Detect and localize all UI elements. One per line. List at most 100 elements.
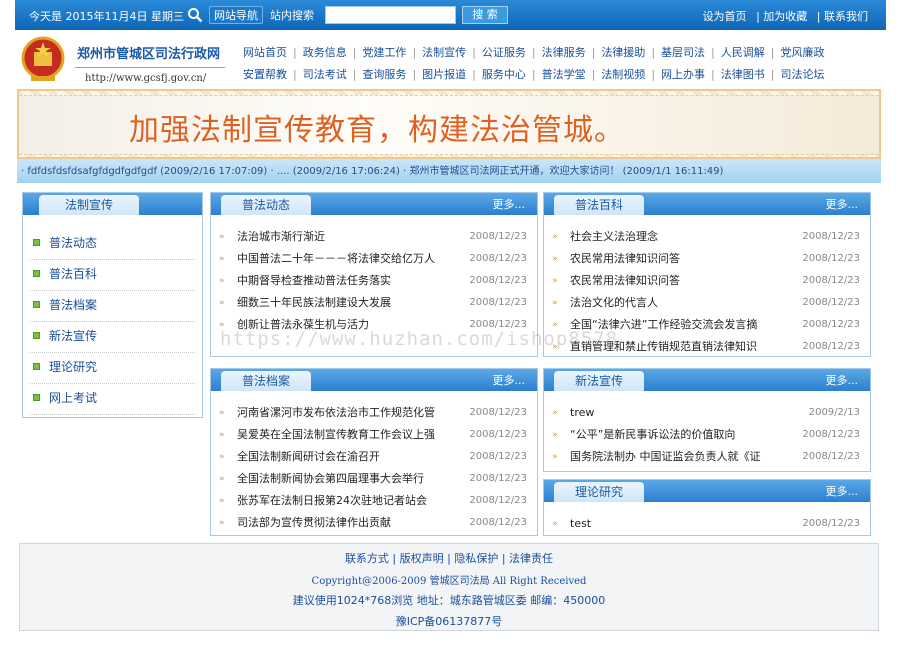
date-text: 今天是 2015年11月4日 星期三 [29, 10, 184, 23]
search-input[interactable] [325, 6, 456, 24]
news-title[interactable]: 司法部为宣传贯彻法律作出贡献 [237, 512, 391, 534]
sidebar-item-pufa-baike[interactable]: 普法百科 [30, 260, 195, 291]
sidebar-item-pufa-dongtai[interactable]: 普法动态 [30, 229, 195, 260]
nav-item[interactable]: 司法考试 [303, 66, 347, 82]
divider: | [711, 68, 715, 81]
news-item[interactable]: » “公平”是新民事诉讼法的价值取向 2008/12/23 [550, 424, 864, 446]
news-item[interactable]: » 细数三十年民族法制建设大发展 2008/12/23 [217, 292, 531, 314]
news-date: 2008/12/23 [802, 518, 860, 529]
news-title[interactable]: 全国法制新闻协会第四届理事大会举行 [237, 468, 424, 490]
nav-item[interactable]: 人民调解 [721, 44, 765, 60]
news-ticker[interactable]: · fdfdsfdsfdsafgfdgdfgdfgdf (2009/2/16 1… [17, 159, 881, 183]
news-title[interactable]: 国务院法制办 中国证监会负责人就《证 [570, 446, 761, 468]
nav-item[interactable]: 服务中心 [482, 66, 526, 82]
news-item[interactable]: » 法治文化的代言人 2008/12/23 [550, 292, 864, 314]
sidebar-item-pufa-dangan[interactable]: 普法档案 [30, 291, 195, 322]
site-search-button[interactable]: 站内搜索 [265, 6, 319, 24]
news-item[interactable]: » 全国法制新闻研讨会在渝召开 2008/12/23 [217, 446, 531, 468]
news-title[interactable]: trew [570, 402, 594, 424]
nav-item[interactable]: 法制宣传 [422, 44, 466, 60]
news-title[interactable]: 农民常用法律知识问答 [570, 248, 680, 270]
news-title[interactable]: 吴爱英在全国法制宣传教育工作会议上强 [237, 424, 435, 446]
divider [75, 67, 225, 68]
news-title[interactable]: 社会主义法治理念 [570, 226, 658, 248]
news-title[interactable]: 河南省漯河市发布依法治市工作规范化管 [237, 402, 435, 424]
news-title[interactable]: 中期督导检查推动普法任务落实 [237, 270, 391, 292]
news-item[interactable]: » 社会主义法治理念 2008/12/23 [550, 226, 864, 248]
nav-item[interactable]: 图片报道 [422, 66, 466, 82]
nav-item[interactable]: 法律图书 [721, 66, 765, 82]
ticker-text[interactable]: · fdfdsfdsfdsafgfdgdfgdfgdf (2009/2/16 1… [21, 166, 723, 177]
copyright-link[interactable]: 版权声明 [400, 552, 444, 565]
news-item[interactable]: » test 2008/12/23 [550, 513, 864, 535]
news-title[interactable]: 农民常用法律知识问答 [570, 270, 680, 292]
panel-title: 普法动态 [221, 195, 311, 215]
news-date: 2008/12/23 [802, 319, 860, 330]
nav-item[interactable]: 网上办事 [661, 66, 705, 82]
arrow-icon: » [219, 474, 225, 484]
footer-links: 联系方式 | 版权声明 | 隐私保护 | 法律责任 [344, 552, 554, 565]
address-text: 建议使用1024*768浏览 地址：城东路管城区委 邮编：450000 [292, 594, 606, 607]
legal-link[interactable]: 法律责任 [509, 552, 553, 565]
news-item[interactable]: » 中期督导检查推动普法任务落实 2008/12/23 [217, 270, 531, 292]
more-link[interactable]: 更多... [493, 372, 526, 388]
news-item[interactable]: » 吴爱英在全国法制宣传教育工作会议上强 2008/12/23 [217, 424, 531, 446]
add-favorite-link[interactable]: 加为收藏 [763, 10, 807, 23]
nav-item[interactable]: 普法学堂 [542, 66, 586, 82]
nav-item[interactable]: 党建工作 [362, 44, 406, 60]
news-item[interactable]: » trew 2009/2/13 [550, 402, 864, 424]
set-homepage-link[interactable]: 设为首页 [703, 10, 747, 23]
more-link[interactable]: 更多... [826, 372, 859, 388]
nav-item[interactable]: 政务信息 [303, 44, 347, 60]
divider: | [770, 46, 775, 59]
news-item[interactable]: » 司法部为宣传贯彻法律作出贡献 2008/12/23 [217, 512, 531, 534]
news-item[interactable]: » 农民常用法律知识问答 2008/12/23 [550, 248, 864, 270]
news-item[interactable]: » 张苏军在法制日报第24次驻地记者站会 2008/12/23 [217, 490, 531, 512]
nav-item[interactable]: 法律援助 [601, 44, 645, 60]
nav-item[interactable]: 基层司法 [661, 44, 705, 60]
nav-item[interactable]: 法律服务 [542, 44, 586, 60]
news-list: » 河南省漯河市发布依法治市工作规范化管 2008/12/23 » 吴爱英在全国法制宣传… [217, 402, 531, 534]
news-title[interactable]: 细数三十年民族法制建设大发展 [237, 292, 391, 314]
news-title[interactable]: 全国法制新闻研讨会在渝召开 [237, 446, 380, 468]
news-title[interactable]: “公平”是新民事诉讼法的价值取向 [570, 424, 735, 446]
more-link[interactable]: 更多... [826, 196, 859, 212]
nav-item[interactable]: 网站首页 [243, 44, 287, 60]
sidebar-item-lilun-yanjiu[interactable]: 理论研究 [30, 353, 195, 384]
news-item[interactable]: » 国务院法制办 中国证监会负责人就《证 2008/12/23 [550, 446, 864, 468]
news-title[interactable]: 法治城市渐行渐近 [237, 226, 325, 248]
sidebar-item-wangshang-kaoshi[interactable]: 网上考试 [30, 384, 195, 415]
news-item[interactable]: » 中国普法二十年－－－将法律交给亿万人 2008/12/23 [217, 248, 531, 270]
site-header: 郑州市管城区司法行政网 http://www.gcsfj.gov.cn/ 网站首… [15, 30, 886, 88]
news-item[interactable]: » 全国法制新闻协会第四届理事大会举行 2008/12/23 [217, 468, 531, 490]
news-title[interactable]: 中国普法二十年－－－将法律交给亿万人 [237, 248, 435, 270]
privacy-link[interactable]: 隐私保护 [454, 552, 498, 565]
sidebar-item-label: 理论研究 [49, 360, 98, 374]
contact-link[interactable]: 联系方式 [345, 552, 389, 565]
news-title[interactable]: 法治文化的代言人 [570, 292, 658, 314]
search-icon[interactable] [187, 7, 203, 23]
bullet-icon [33, 270, 40, 277]
news-item[interactable]: » 农民常用法律知识问答 2008/12/23 [550, 270, 864, 292]
news-date: 2008/12/23 [469, 407, 527, 418]
nav-item[interactable]: 党风廉政 [780, 44, 824, 60]
news-date: 2008/12/23 [469, 517, 527, 528]
news-title[interactable]: 张苏军在法制日报第24次驻地记者站会 [237, 490, 427, 512]
icp-text[interactable]: 豫ICP备06137877号 [20, 613, 878, 629]
news-title[interactable]: test [570, 513, 591, 535]
more-link[interactable]: 更多... [493, 196, 526, 212]
nav-item[interactable]: 司法论坛 [780, 66, 824, 82]
site-nav-button[interactable]: 网站导航 [209, 6, 263, 24]
more-link[interactable]: 更多... [826, 483, 859, 499]
sidebar-item-xinfa-xuanchuan[interactable]: 新法宣传 [30, 322, 195, 353]
nav-item[interactable]: 公证服务 [482, 44, 526, 60]
contact-us-link[interactable]: 联系我们 [824, 10, 868, 23]
panel-title: 普法档案 [221, 371, 311, 391]
search-submit-button[interactable]: 搜 索 [462, 6, 508, 24]
nav-item[interactable]: 安置帮教 [243, 66, 287, 82]
news-item[interactable]: » 河南省漯河市发布依法治市工作规范化管 2008/12/23 [217, 402, 531, 424]
top-bar: 今天是 2015年11月4日 星期三 网站导航 站内搜索 搜 索 设为首页 | … [15, 0, 886, 30]
nav-item[interactable]: 法制视频 [601, 66, 645, 82]
nav-item[interactable]: 查询服务 [362, 66, 406, 82]
news-item[interactable]: » 法治城市渐行渐近 2008/12/23 [217, 226, 531, 248]
